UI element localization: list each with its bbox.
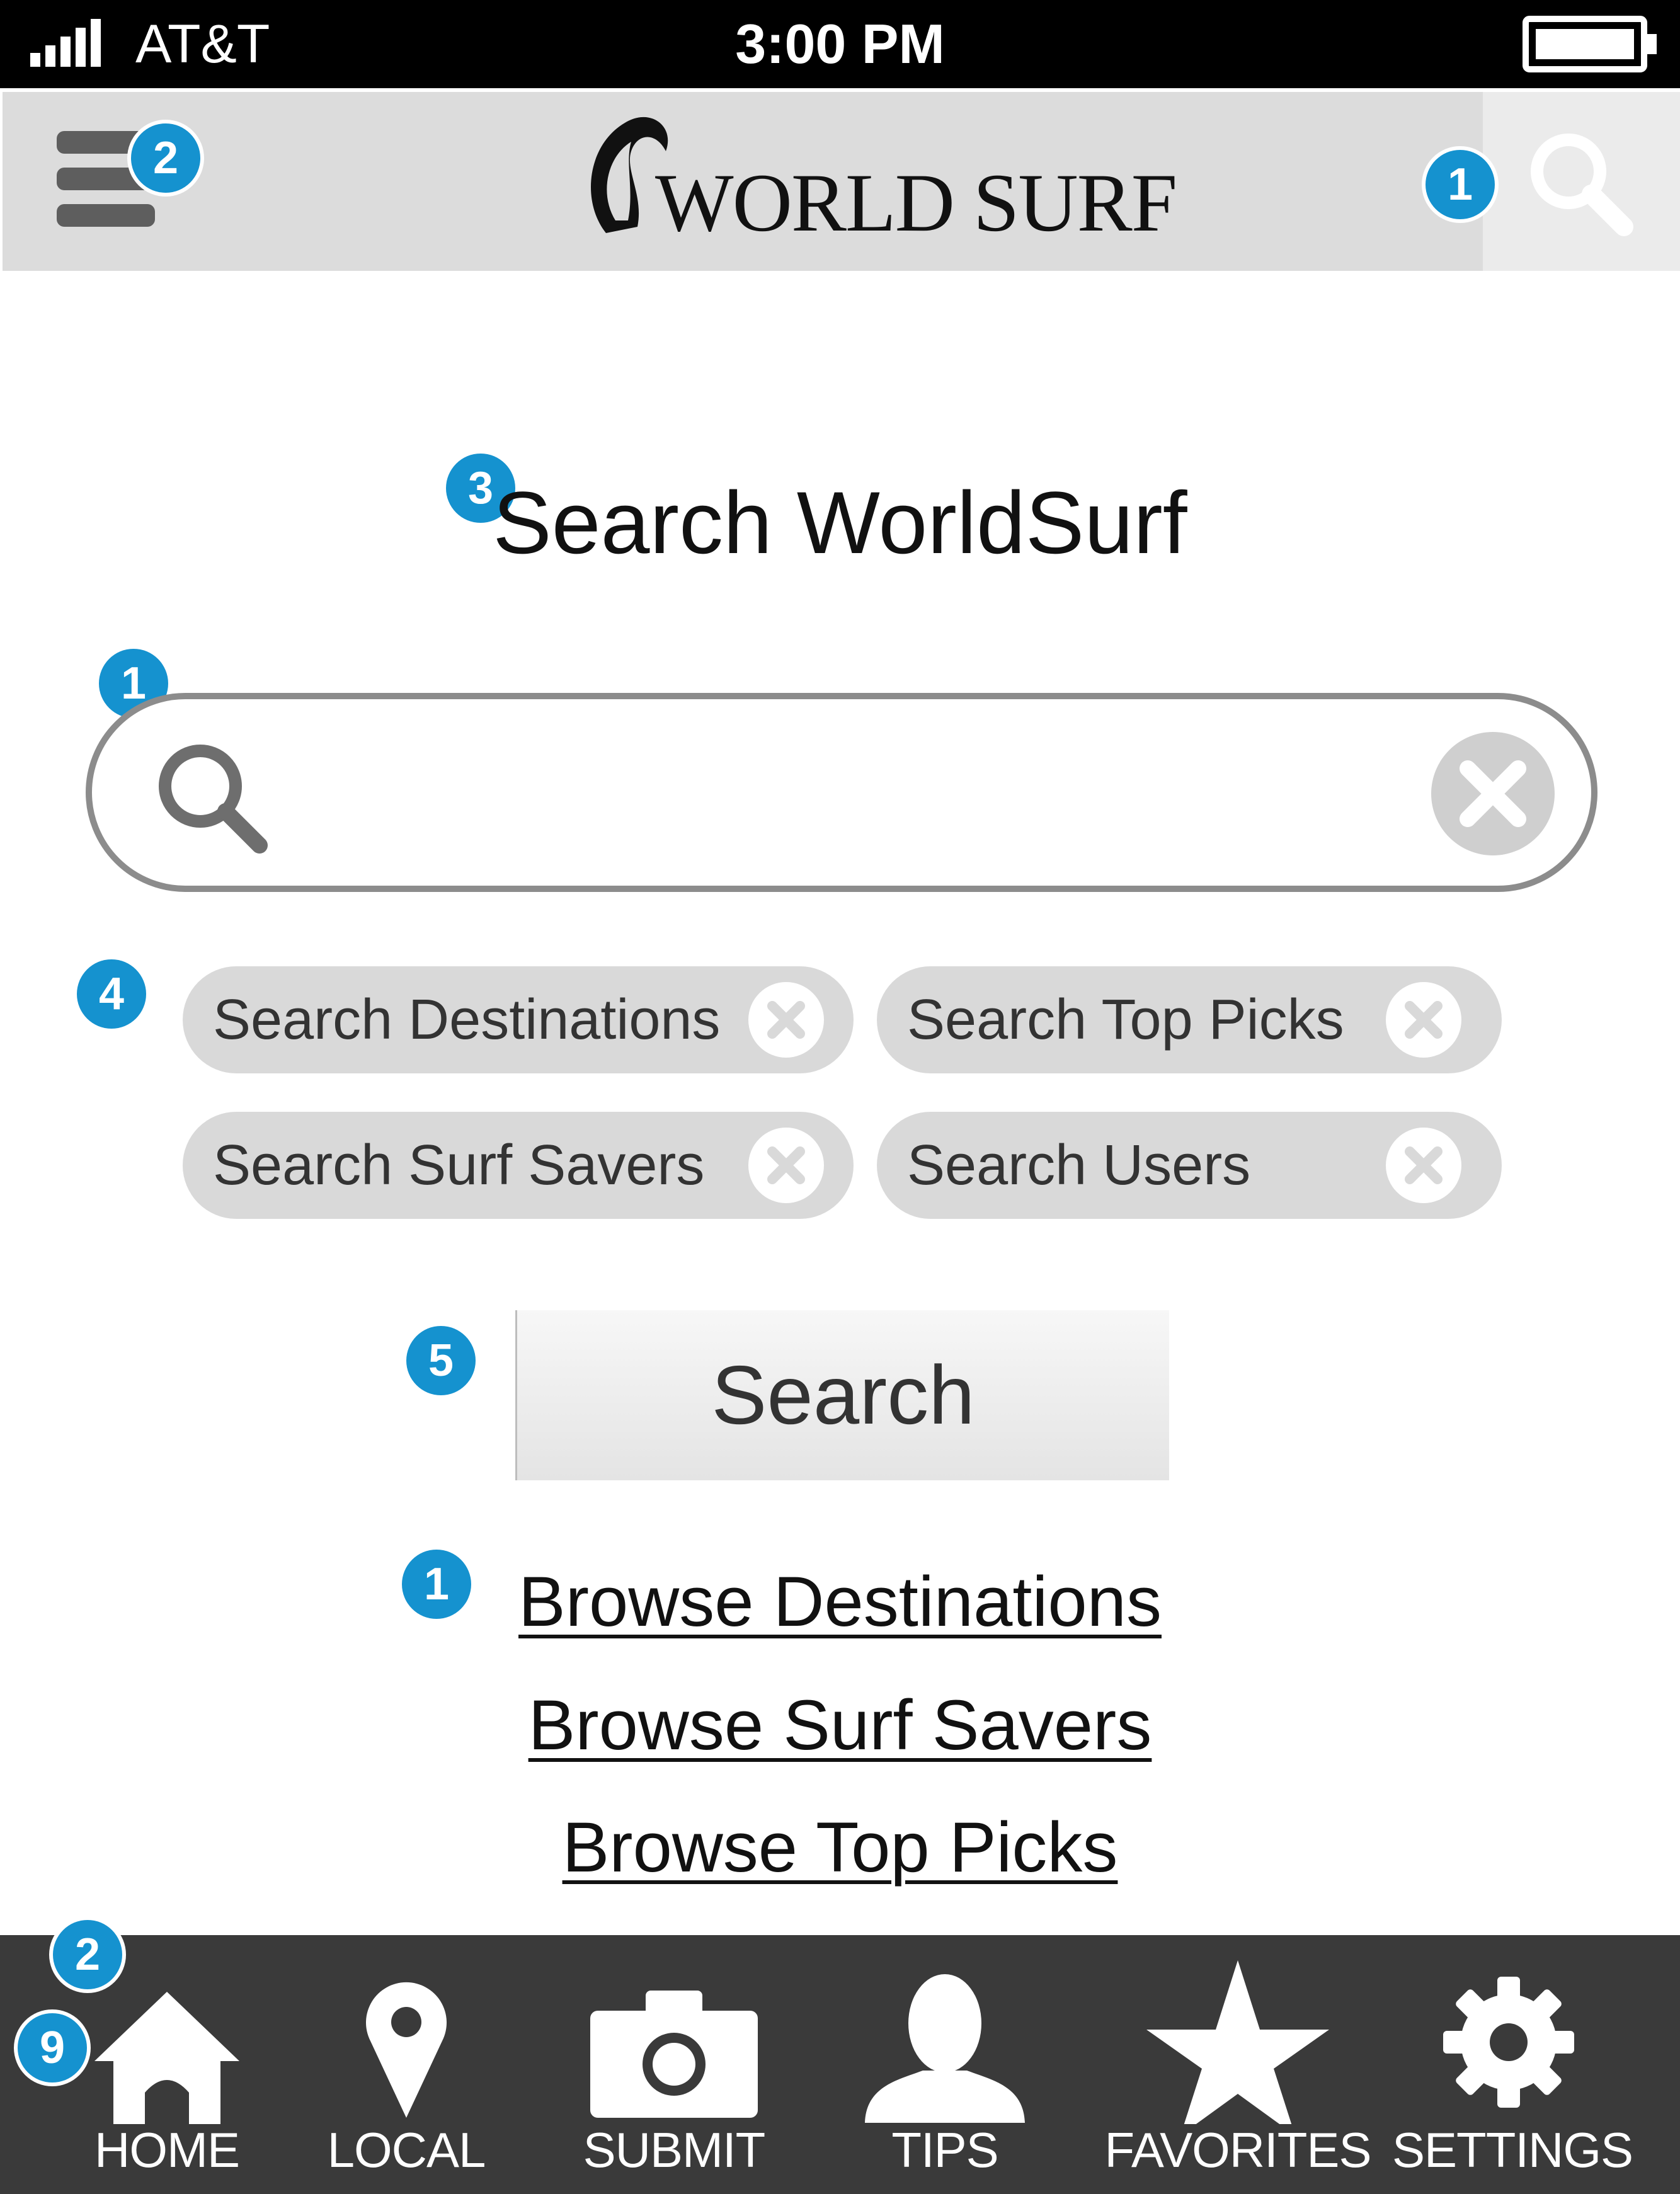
browse-top-picks-link[interactable]: Browse Top Picks bbox=[563, 1808, 1118, 1887]
filter-chip-surf-savers[interactable]: Search Surf Savers bbox=[183, 1112, 854, 1219]
filter-chip-users[interactable]: Search Users bbox=[877, 1112, 1502, 1219]
chip-label: Search Surf Savers bbox=[213, 1134, 705, 1197]
page-title: Search WorldSurf bbox=[493, 473, 1187, 572]
remove-chip-icon[interactable] bbox=[1386, 1128, 1461, 1203]
remove-chip-icon[interactable] bbox=[748, 1128, 824, 1203]
person-icon bbox=[865, 1974, 1025, 2123]
browse-surf-savers-row: Browse Surf Savers bbox=[0, 1684, 1680, 1766]
annotation-badge: 9 bbox=[18, 2013, 87, 2083]
nav-label: HOME bbox=[94, 2122, 240, 2178]
nav-label: FAVORITES bbox=[1104, 2122, 1372, 2178]
browse-destinations-row: Browse Destinations bbox=[0, 1561, 1680, 1643]
nav-submit[interactable]: SUBMIT bbox=[570, 1935, 778, 2194]
chip-label: Search Users bbox=[907, 1134, 1251, 1197]
chip-label: Search Top Picks bbox=[907, 988, 1344, 1051]
search-icon bbox=[1531, 134, 1633, 236]
annotation-badge: 2 bbox=[53, 1920, 122, 1989]
browse-surf-savers-link[interactable]: Browse Surf Savers bbox=[529, 1686, 1152, 1764]
annotation-badge: 1 bbox=[1426, 150, 1495, 219]
annotation-badge: 4 bbox=[77, 959, 146, 1029]
status-bar: AT&T 3:00 PM bbox=[0, 0, 1680, 88]
clear-search-icon[interactable] bbox=[1430, 731, 1556, 857]
app-logo: WORLD SURF bbox=[655, 156, 1177, 249]
annotation-badge: 2 bbox=[131, 123, 200, 193]
nav-favorites[interactable]: FAVORITES bbox=[1102, 1935, 1373, 2194]
nav-local[interactable]: LOCAL bbox=[302, 1935, 510, 2194]
battery-icon bbox=[1523, 16, 1657, 72]
nav-label: TIPS bbox=[891, 2122, 998, 2178]
remove-chip-icon[interactable] bbox=[748, 982, 824, 1058]
nav-label: SUBMIT bbox=[583, 2122, 766, 2178]
search-input[interactable] bbox=[208, 737, 1407, 845]
gear-icon bbox=[1443, 1977, 1574, 2108]
clock: 3:00 PM bbox=[735, 13, 945, 75]
remove-chip-icon[interactable] bbox=[1386, 982, 1461, 1058]
filter-chip-top-picks[interactable]: Search Top Picks bbox=[877, 966, 1502, 1073]
annotation-badge: 5 bbox=[406, 1326, 476, 1395]
header-search-button[interactable] bbox=[1483, 92, 1680, 271]
search-button[interactable]: Search bbox=[515, 1310, 1169, 1480]
nav-tips[interactable]: TIPS bbox=[841, 1935, 1049, 2194]
nav-label: LOCAL bbox=[327, 2122, 486, 2178]
filter-chip-destinations[interactable]: Search Destinations bbox=[183, 966, 854, 1073]
camera-icon bbox=[590, 1991, 758, 2118]
nav-settings[interactable]: SETTINGS bbox=[1392, 1935, 1633, 2194]
map-pin-icon bbox=[366, 1982, 447, 2118]
browse-destinations-link[interactable]: Browse Destinations bbox=[518, 1562, 1162, 1641]
nav-label: SETTINGS bbox=[1392, 2122, 1633, 2178]
browse-top-picks-row: Browse Top Picks bbox=[0, 1807, 1680, 1888]
chip-label: Search Destinations bbox=[213, 988, 721, 1051]
star-icon bbox=[1146, 1960, 1329, 2124]
